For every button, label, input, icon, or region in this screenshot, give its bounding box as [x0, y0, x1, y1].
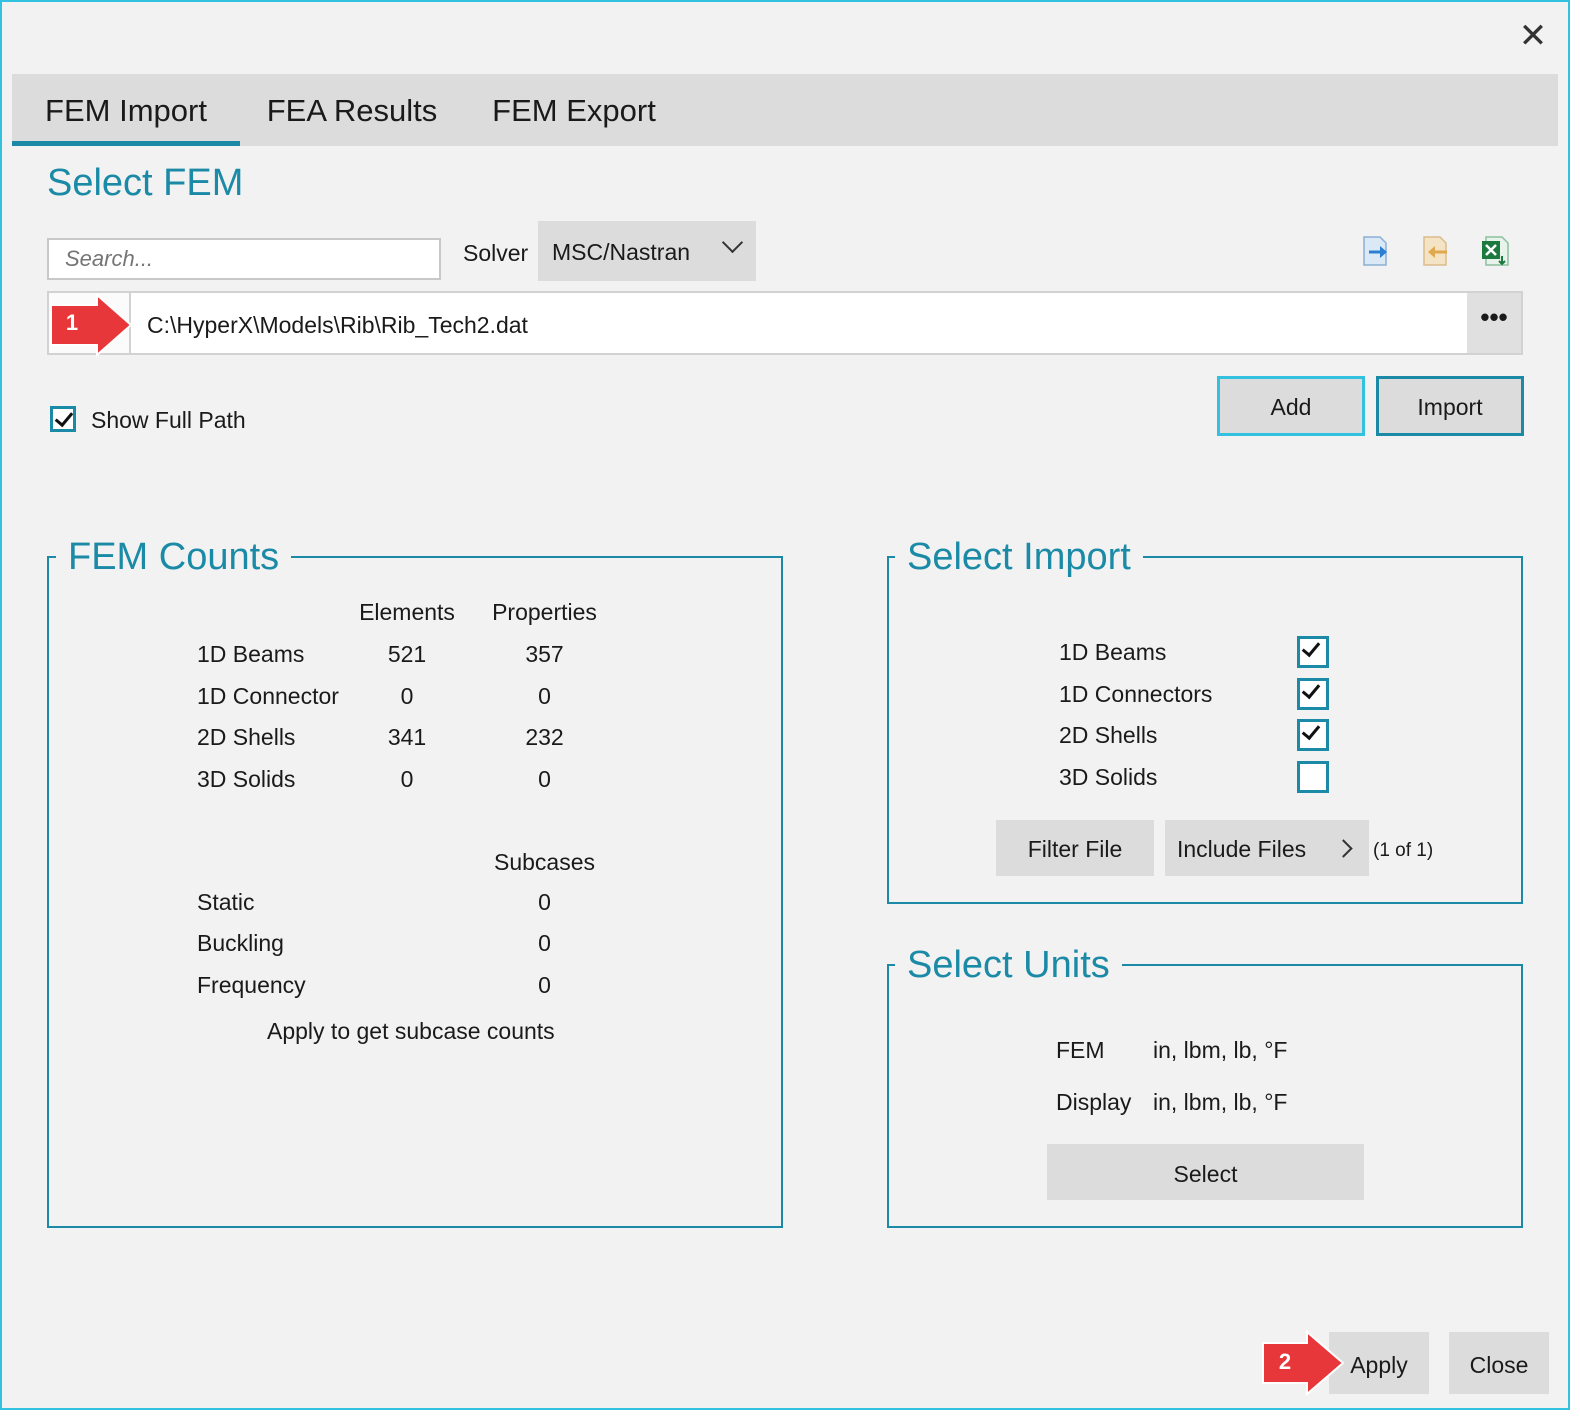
tab-fem-import[interactable]: FEM Import: [12, 74, 240, 146]
include-files-button[interactable]: Include Files: [1165, 820, 1369, 876]
fem-dialog-window: ✕ FEM Import FEA Results FEM Export Sele…: [0, 0, 1570, 1410]
close-icon[interactable]: ✕: [1517, 19, 1549, 53]
show-full-path-label: Show Full Path: [91, 407, 246, 433]
count-row-properties: 232: [525, 724, 564, 750]
solver-label: Solver: [463, 240, 529, 266]
solver-value: MSC/Nastran: [552, 239, 691, 265]
display-units-label: Display: [1056, 1089, 1132, 1115]
display-units-value: in, lbm, lb, °F: [1153, 1089, 1288, 1115]
callout-1-number: 1: [65, 310, 79, 335]
subcase-note: Apply to get subcase counts: [267, 1018, 555, 1044]
subcase-row-label: Static: [197, 889, 255, 915]
count-row-elements: 521: [387, 641, 427, 667]
tab-fem-export[interactable]: FEM Export: [474, 74, 674, 146]
show-full-path-checkbox[interactable]: [50, 406, 76, 432]
callout-2: 2: [1261, 1330, 1347, 1396]
count-row-label: 1D Connector: [197, 683, 339, 709]
subcase-row-label: Frequency: [197, 972, 306, 998]
import-1d-beams-checkbox[interactable]: [1297, 636, 1329, 668]
file-path-field[interactable]: C:\HyperX\Models\Rib\Rib_Tech2.dat: [129, 293, 1467, 353]
fem-units-label: FEM: [1056, 1037, 1105, 1063]
fem-units-value: in, lbm, lb, °F: [1153, 1037, 1288, 1063]
solver-dropdown[interactable]: MSC/Nastran: [538, 221, 756, 281]
export-icon[interactable]: [1360, 234, 1392, 268]
subcase-row-value: 0: [538, 972, 551, 998]
import-item-label: 1D Beams: [1059, 639, 1167, 665]
chevron-right-icon: [1334, 839, 1353, 858]
count-row-elements: 0: [400, 766, 414, 792]
import-item-label: 3D Solids: [1059, 764, 1158, 790]
count-row-properties: 357: [525, 641, 564, 667]
fem-counts-title: FEM Counts: [56, 535, 292, 579]
count-row-label: 2D Shells: [197, 724, 296, 750]
count-row-label: 3D Solids: [197, 766, 296, 792]
tab-fea-results[interactable]: FEA Results: [252, 74, 452, 146]
subcase-row-value: 0: [538, 930, 551, 956]
file-path-row: C:\HyperX\Models\Rib\Rib_Tech2.dat •••: [47, 291, 1523, 355]
import-3d-solids-checkbox[interactable]: [1297, 761, 1329, 793]
select-units-button[interactable]: Select: [1047, 1144, 1364, 1200]
count-row-label: 1D Beams: [197, 641, 305, 667]
count-row-elements: 341: [387, 724, 427, 750]
include-files-count: (1 of 1): [1373, 840, 1434, 861]
properties-header: Properties: [492, 599, 597, 625]
import-1d-connectors-checkbox[interactable]: [1297, 678, 1329, 710]
chevron-down-icon: [721, 231, 744, 254]
search-input[interactable]: [47, 238, 441, 280]
add-button[interactable]: Add: [1217, 376, 1365, 436]
select-units-title: Select Units: [895, 943, 1122, 987]
close-button[interactable]: Close: [1449, 1332, 1549, 1394]
excel-icon[interactable]: [1480, 234, 1512, 268]
select-fem-title: Select FEM: [47, 162, 244, 204]
callout-2-number: 2: [1278, 1349, 1292, 1374]
browse-button[interactable]: •••: [1467, 293, 1521, 353]
import-icon[interactable]: [1420, 234, 1452, 268]
subcase-row-value: 0: [538, 889, 551, 915]
import-2d-shells-checkbox[interactable]: [1297, 719, 1329, 751]
import-item-label: 2D Shells: [1059, 722, 1158, 748]
subcases-header: Subcases: [493, 849, 595, 875]
import-button[interactable]: Import: [1376, 376, 1524, 436]
import-item-label: 1D Connectors: [1059, 681, 1213, 707]
tab-bar: FEM Import FEA Results FEM Export: [12, 74, 1558, 146]
count-row-properties: 0: [538, 766, 551, 792]
filter-file-button[interactable]: Filter File: [996, 820, 1154, 876]
elements-header: Elements: [359, 599, 455, 625]
include-files-label: Include Files: [1177, 836, 1307, 862]
subcase-row-label: Buckling: [197, 930, 284, 956]
count-row-properties: 0: [538, 683, 551, 709]
select-import-title: Select Import: [895, 535, 1143, 579]
callout-1: 1: [47, 293, 135, 357]
count-row-elements: 0: [400, 683, 414, 709]
